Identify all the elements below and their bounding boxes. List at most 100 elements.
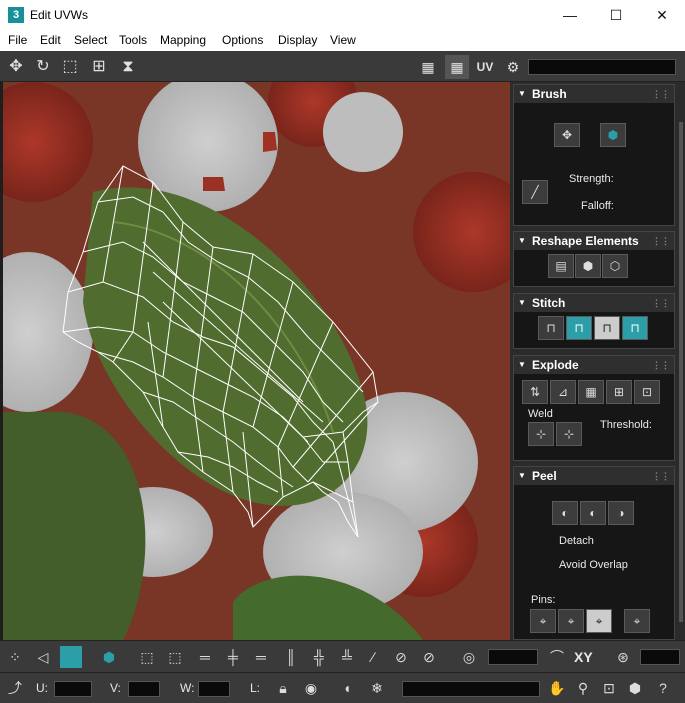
face-mode-icon[interactable] — [60, 646, 82, 668]
brush-select-icon[interactable]: ∕ — [362, 646, 384, 668]
pin-auto-icon[interactable]: ⌖ — [586, 609, 612, 633]
relax-icon[interactable]: ⬢ — [575, 254, 601, 278]
reshape-header[interactable]: Reshape Elements — [514, 232, 674, 250]
threshold-label: Threshold: — [600, 419, 652, 431]
stitch-source-icon[interactable]: ⊓ — [622, 316, 648, 340]
soft-selection-icon[interactable]: ◎ — [458, 646, 480, 668]
scale-icon[interactable]: ⬚ — [58, 55, 82, 79]
w-label: W: — [180, 681, 195, 695]
stitch-header[interactable]: Stitch — [514, 294, 674, 312]
detach-edge-icon[interactable]: ⊿ — [550, 380, 576, 404]
bottom-toolbar-1: ⁘ ◁ ⬢ ⬚ ⬚ ═ ╪ ═ ║ ╬ ╩ ∕ ⊘ ⊘ ◎ ⌒ XY ⊛ — [0, 640, 685, 672]
menu-options[interactable]: Options — [222, 33, 263, 47]
falloff-label: Falloff: — [581, 200, 614, 212]
uv-toggle[interactable]: UV — [473, 55, 497, 79]
top-toolbar: ✥ ↻ ⬚ ⊞ ⧗ ▦ ▦ UV ⚙ — [0, 51, 685, 82]
explode-header[interactable]: Explode — [514, 356, 674, 374]
freeform-icon[interactable]: ⊞ — [87, 55, 111, 79]
scrollbar-thumb[interactable] — [679, 122, 683, 622]
brush-line-icon[interactable]: ╱ — [522, 180, 548, 204]
maximize-button[interactable]: ☐ — [593, 0, 639, 30]
falloff-curve-icon[interactable]: ⌒ — [546, 646, 568, 668]
uv-viewport[interactable] — [3, 82, 510, 640]
xy-toggle[interactable]: XY — [574, 649, 593, 665]
menu-bar: File Edit Select Tools Mapping Options D… — [0, 30, 685, 51]
peel-header[interactable]: Peel — [514, 467, 674, 485]
show-hidden-icon[interactable]: ◉ — [300, 677, 322, 699]
menu-mapping[interactable]: Mapping — [160, 33, 206, 47]
soft-select-icon[interactable]: ⊘ — [390, 646, 412, 668]
vertex-mode-icon[interactable]: ⁘ — [4, 646, 26, 668]
grow-icon[interactable]: ╪ — [222, 646, 244, 668]
pin-add-icon[interactable]: ⌖ — [530, 609, 556, 633]
paint-move-icon[interactable]: ✥ — [554, 123, 580, 147]
paint-select-icon[interactable]: ⬚ — [164, 646, 186, 668]
zoom-icon[interactable]: ⚲ — [572, 677, 594, 699]
avoid-overlap-label[interactable]: Avoid Overlap — [559, 559, 628, 571]
v-field[interactable] — [128, 681, 160, 697]
brush-rollout: Brush ✥ ⬢ ╱ Strength: Falloff: — [513, 84, 675, 226]
zoom-region-icon[interactable]: ⊡ — [598, 677, 620, 699]
menu-tools[interactable]: Tools — [119, 33, 147, 47]
rotate-icon[interactable]: ↻ — [31, 55, 55, 79]
weld-selected-icon[interactable]: ⊹ — [528, 422, 554, 446]
u-field[interactable] — [54, 681, 92, 697]
close-button[interactable]: ✕ — [639, 0, 685, 30]
mirror-icon[interactable]: ⧗ — [116, 55, 140, 79]
stitch-average-icon[interactable]: ⊓ — [594, 316, 620, 340]
menu-select[interactable]: Select — [74, 33, 107, 47]
checker-map-icon[interactable]: ▦ — [445, 55, 469, 79]
split-icon[interactable]: ⊡ — [634, 380, 660, 404]
v-label: V: — [110, 681, 121, 695]
element-mode-icon[interactable]: ⬢ — [98, 646, 120, 668]
soft-value-field[interactable] — [488, 649, 538, 665]
pan-icon[interactable]: ✋ — [546, 677, 568, 699]
lock-icon[interactable]: 🔒︎ — [272, 677, 294, 699]
falloff-icon[interactable]: ⊘ — [418, 646, 440, 668]
relax-brush-icon[interactable]: ⬢ — [600, 123, 626, 147]
pin-select-icon[interactable]: ⌖ — [624, 609, 650, 633]
reset-peel-icon[interactable]: ◑ — [608, 501, 634, 525]
ring-icon[interactable]: ║ — [280, 646, 302, 668]
break-icon[interactable]: ⇅ — [522, 380, 548, 404]
transform-icon[interactable]: ⤴ — [4, 677, 26, 699]
menu-file[interactable]: File — [8, 33, 27, 47]
panel-scrollbar[interactable] — [677, 82, 685, 640]
cube-icon[interactable]: ⬡ — [602, 254, 628, 278]
texture-background — [3, 82, 510, 640]
display-field[interactable] — [640, 649, 680, 665]
flatten-icon[interactable]: ▦ — [578, 380, 604, 404]
stitch-custom-icon[interactable]: ⊓ — [538, 316, 564, 340]
right-panel: Brush ✥ ⬢ ╱ Strength: Falloff: Reshape E… — [510, 82, 685, 640]
edge-loop-icon[interactable]: ╬ — [308, 646, 330, 668]
checker-pattern-icon[interactable]: ⊞ — [606, 380, 632, 404]
detach-label[interactable]: Detach — [559, 535, 594, 547]
shrink-icon[interactable]: ═ — [194, 646, 216, 668]
menu-view[interactable]: View — [330, 33, 356, 47]
edge-mode-icon[interactable]: ◁ — [32, 646, 54, 668]
stitch-target-icon[interactable]: ⊓ — [566, 316, 592, 340]
loop-icon[interactable]: ═ — [250, 646, 272, 668]
hide-icon[interactable]: ◖ — [336, 677, 358, 699]
select-region-icon[interactable]: ⬚ — [136, 646, 158, 668]
checker-icon[interactable]: ▦ — [416, 55, 440, 79]
filter-dropdown[interactable] — [402, 681, 540, 697]
settings-icon[interactable]: ⚙ — [501, 55, 525, 79]
freeze-icon[interactable]: ❄ — [366, 677, 388, 699]
straighten-icon[interactable]: ▤ — [548, 254, 574, 278]
menu-edit[interactable]: Edit — [40, 33, 61, 47]
brush-header[interactable]: Brush — [514, 85, 674, 103]
zoom-extents-icon[interactable]: ⬢ — [624, 677, 646, 699]
world-icon[interactable]: ⊛ — [612, 646, 634, 668]
texture-dropdown[interactable] — [528, 59, 676, 75]
menu-display[interactable]: Display — [278, 33, 317, 47]
edge-ring-icon[interactable]: ╩ — [336, 646, 358, 668]
minimize-button[interactable]: — — [547, 0, 593, 30]
move-icon[interactable]: ✥ — [4, 55, 28, 79]
help-icon[interactable]: ? — [652, 677, 674, 699]
peel-mode-icon[interactable]: ◐ — [580, 501, 606, 525]
w-field[interactable] — [198, 681, 230, 697]
pin-remove-icon[interactable]: ⌖ — [558, 609, 584, 633]
quick-peel-icon[interactable]: ◐ — [552, 501, 578, 525]
weld-target-icon[interactable]: ⊹ — [556, 422, 582, 446]
